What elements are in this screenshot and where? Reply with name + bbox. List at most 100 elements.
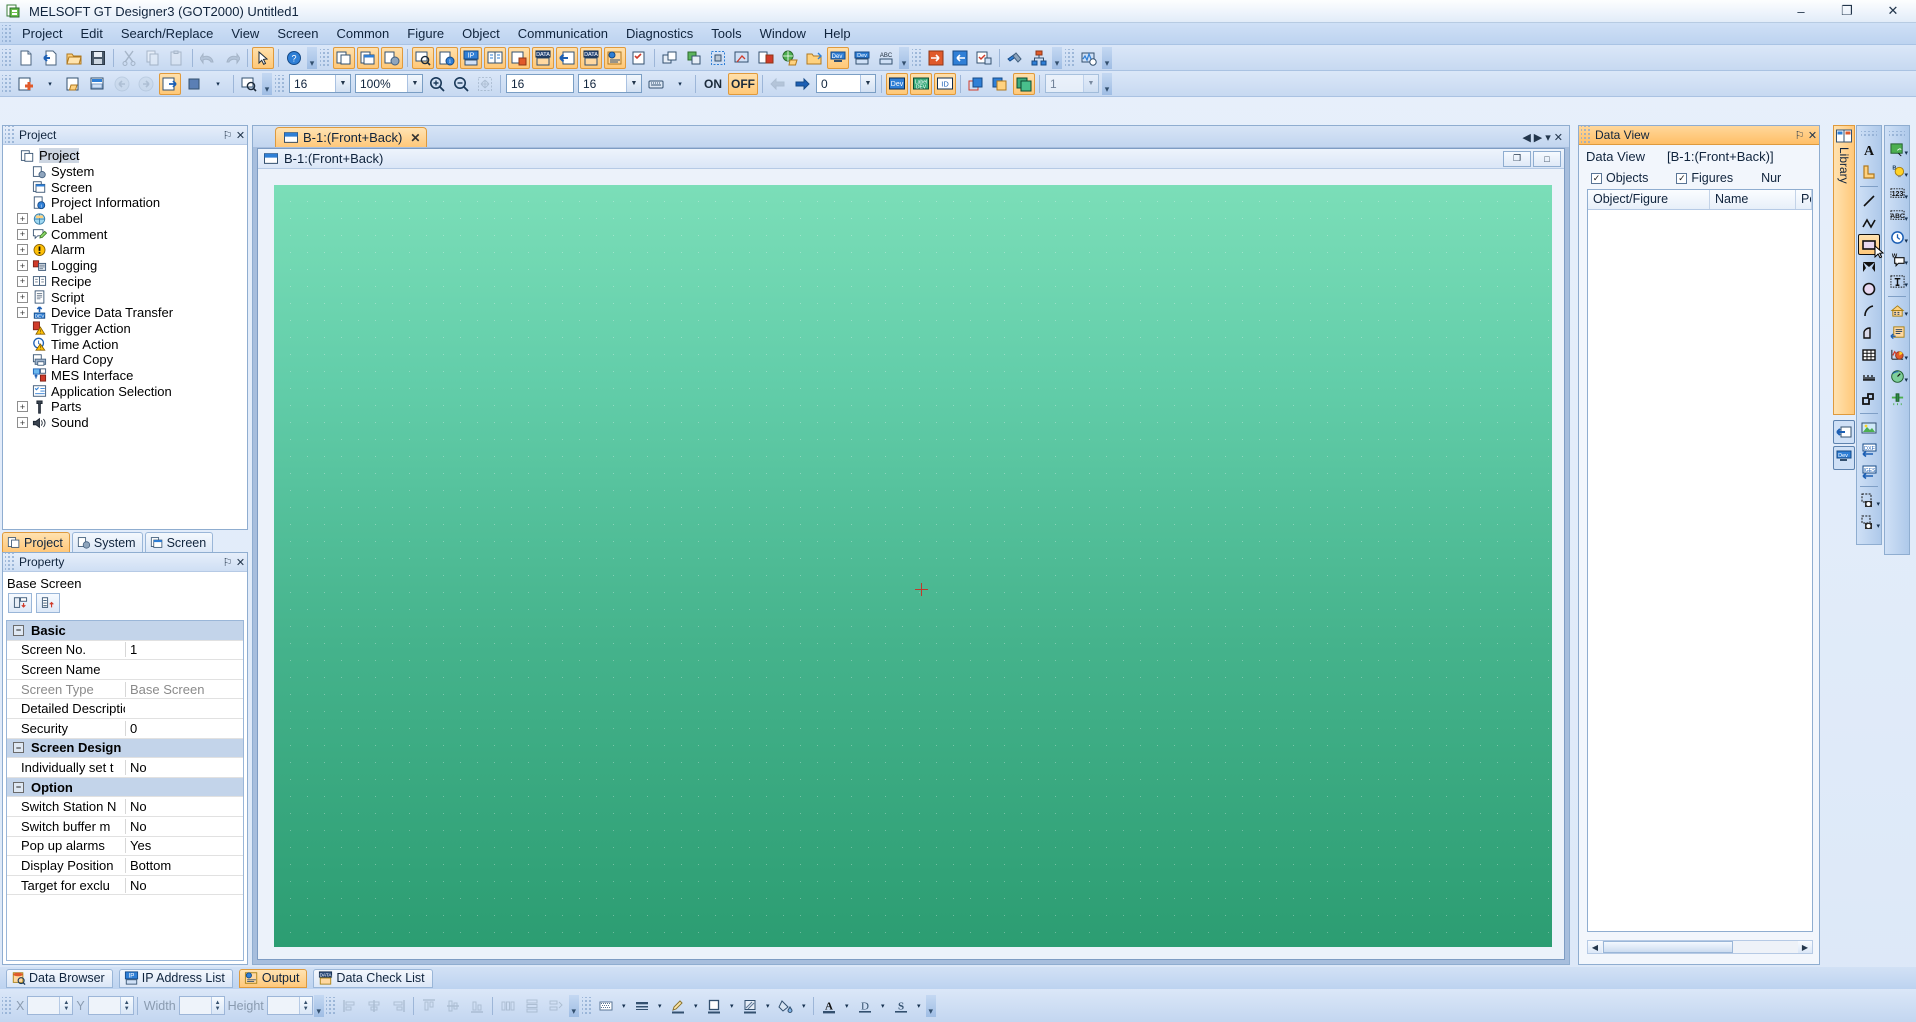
object-toolbar-grip[interactable]	[1889, 131, 1905, 137]
comment-list-button[interactable]	[484, 47, 506, 69]
pin-icon[interactable]: ⚐	[1793, 128, 1806, 143]
screen-property-button[interactable]	[159, 73, 181, 95]
system-setting-button[interactable]	[381, 47, 403, 69]
project-information-button[interactable]: i	[436, 47, 458, 69]
data-browser-button[interactable]: DATA	[532, 47, 554, 69]
property-row[interactable]: Switch Station NNo	[7, 797, 243, 817]
toolbar-overflow-button[interactable]: ▾	[1102, 73, 1112, 95]
expand-icon[interactable]: +	[17, 244, 28, 255]
align-back-button[interactable]	[683, 47, 705, 69]
menu-item-project[interactable]: Project	[13, 24, 71, 43]
edit-object-button[interactable]	[731, 47, 753, 69]
font-color-dropdown[interactable]: ▾	[842, 995, 852, 1017]
close-button[interactable]: ✕	[1870, 0, 1916, 23]
toolbar-grip-standard[interactable]	[2, 49, 11, 67]
show-device-button[interactable]: Dev	[886, 73, 908, 95]
menu-item-figure[interactable]: Figure	[398, 24, 453, 43]
chevron-down-icon[interactable]: ▾	[1904, 310, 1908, 318]
screen-preview-button[interactable]	[238, 73, 260, 95]
maximize-button[interactable]: ❐	[1824, 0, 1870, 23]
expand-icon[interactable]: +	[17, 307, 28, 318]
data-view-hscrollbar[interactable]: ◀ ▶	[1587, 940, 1813, 954]
value-a-field[interactable]: 16	[506, 74, 574, 93]
menu-item-object[interactable]: Object	[453, 24, 509, 43]
new-screen-dropdown[interactable]: ▾	[39, 73, 61, 95]
piping-tool-button[interactable]	[1858, 388, 1880, 409]
property-row[interactable]: Security0	[7, 719, 243, 739]
menu-grip[interactable]	[2, 25, 11, 43]
text-style-dropdown[interactable]: ▾	[878, 995, 888, 1017]
expand-icon[interactable]: +	[17, 276, 28, 287]
font-size-combo[interactable]: 16 ▼	[289, 74, 351, 93]
data-check-button[interactable]: DATA	[580, 47, 602, 69]
data-check-list-button[interactable]	[628, 47, 650, 69]
paste-button[interactable]	[166, 47, 188, 69]
fit-to-screen-button[interactable]	[474, 73, 496, 95]
menu-item-tools[interactable]: Tools	[702, 24, 750, 43]
coords-overflow-button[interactable]: ▾	[314, 995, 324, 1017]
new-project-button[interactable]	[15, 47, 37, 69]
property-row[interactable]: Display PositionBottom	[7, 856, 243, 876]
zoom-combo[interactable]: 100% ▼	[355, 74, 423, 93]
library-device-button[interactable]: Dev	[1833, 446, 1855, 470]
tree-item-project-information[interactable]: iProject Information	[3, 195, 247, 211]
pin-icon[interactable]: ⚐	[221, 128, 234, 143]
width-spinner[interactable]: ▲▼	[179, 996, 225, 1015]
show-label-device-button[interactable]: LabelDEV	[910, 73, 932, 95]
tree-item-hard-copy[interactable]: Hard Copy	[3, 352, 247, 368]
tree-item-parts[interactable]: +Parts	[3, 399, 247, 415]
property-value[interactable]: No	[125, 878, 243, 893]
state-number-combo[interactable]: 0 ▼	[816, 74, 876, 93]
fill-pattern-button[interactable]	[739, 995, 761, 1017]
toolbar-grip-comm[interactable]	[912, 49, 921, 67]
font-color-button[interactable]: A	[818, 995, 840, 1017]
line-width-dropdown[interactable]: ▾	[655, 995, 665, 1017]
sort-categorized-button[interactable]	[8, 593, 32, 613]
chevron-down-icon[interactable]: ▾	[1904, 354, 1908, 362]
expand-icon[interactable]: +	[17, 401, 28, 412]
logo-text-tool-button[interactable]	[1858, 161, 1880, 182]
switch-tool-button[interactable]: ▾	[1886, 139, 1908, 160]
menu-item-communication[interactable]: Communication	[509, 24, 617, 43]
tree-item-logging[interactable]: +Logging	[3, 258, 247, 274]
chevron-down-icon[interactable]: ▾	[1904, 281, 1908, 289]
align-center-horizontal-button[interactable]	[363, 995, 385, 1017]
state-off-button[interactable]: OFF	[728, 73, 758, 95]
line-width-button[interactable]	[631, 995, 653, 1017]
expand-icon[interactable]: +	[17, 229, 28, 240]
menu-item-edit[interactable]: Edit	[71, 24, 111, 43]
project-tree-button[interactable]	[333, 47, 355, 69]
device-search-button[interactable]: Dev	[827, 47, 849, 69]
select-tool-button[interactable]	[252, 47, 274, 69]
menu-item-diagnostics[interactable]: Diagnostics	[617, 24, 702, 43]
ip-address-list-button[interactable]: IP	[460, 47, 482, 69]
statusbar-grip-coords[interactable]	[2, 997, 11, 1015]
distribute-vertical-button[interactable]	[521, 995, 543, 1017]
data-view-grip[interactable]	[1581, 126, 1590, 144]
paste-figure-button[interactable]: ▾	[1858, 490, 1880, 511]
state-prev-button[interactable]	[767, 73, 789, 95]
date-time-display-button[interactable]: ▾	[1886, 227, 1908, 248]
x-stepper[interactable]: ▲▼	[59, 997, 72, 1014]
chevron-down-icon[interactable]: ▾	[1904, 237, 1908, 245]
sort-alphabetical-button[interactable]	[36, 593, 60, 613]
document-maximize-button[interactable]: □	[1533, 151, 1561, 167]
align-right-button[interactable]	[387, 995, 409, 1017]
front-layer-button[interactable]	[965, 73, 987, 95]
state-next-button[interactable]	[791, 73, 813, 95]
line-color-button[interactable]	[667, 995, 689, 1017]
property-value[interactable]: Bottom	[125, 858, 243, 873]
width-stepper[interactable]: ▲▼	[211, 997, 224, 1014]
global-open-button[interactable]	[779, 47, 801, 69]
toolbar-overflow-button[interactable]: ▾	[307, 47, 317, 69]
solid-style-button[interactable]: S	[890, 995, 912, 1017]
align-bottom-button[interactable]	[466, 995, 488, 1017]
toolbar-overflow-button[interactable]: ▾	[1052, 47, 1062, 69]
alarm-display-button[interactable]: ▾	[1886, 300, 1908, 321]
align-left-button[interactable]	[339, 995, 361, 1017]
toolbar-grip-project[interactable]	[320, 49, 329, 67]
project-tree[interactable]: ProjectSystemScreeniProject Information+…	[3, 145, 247, 529]
keyboard-dropdown[interactable]: ▾	[669, 73, 691, 95]
document-tab-b1[interactable]: B-1:(Front+Back) ✕	[275, 127, 427, 147]
scrollbar-thumb[interactable]	[1603, 941, 1733, 953]
